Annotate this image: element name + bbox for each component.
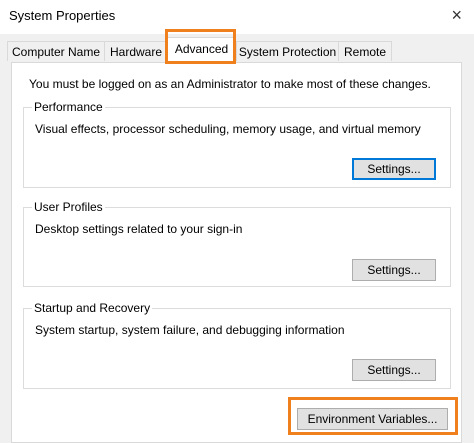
tab-label: Hardware: [109, 45, 163, 59]
admin-note: You must be logged on as an Administrato…: [29, 77, 431, 91]
user-profiles-description: Desktop settings related to your sign-in: [35, 222, 243, 236]
user-profiles-group: User Profiles Desktop settings related t…: [23, 200, 451, 287]
close-icon[interactable]: ×: [451, 6, 462, 24]
performance-group: Performance Visual effects, processor sc…: [23, 100, 451, 188]
startup-recovery-settings-button[interactable]: Settings...: [352, 359, 436, 381]
system-properties-window: System Properties × Computer Name Hardwa…: [0, 0, 474, 443]
startup-recovery-title: Startup and Recovery: [32, 301, 153, 315]
window-title: System Properties: [9, 8, 116, 23]
title-bar: System Properties ×: [0, 0, 474, 34]
tab-label: System Protection: [238, 45, 337, 59]
startup-recovery-description: System startup, system failure, and debu…: [35, 323, 345, 337]
performance-settings-button[interactable]: Settings...: [352, 158, 436, 180]
performance-description: Visual effects, processor scheduling, me…: [35, 122, 421, 136]
tab-remote[interactable]: Remote: [338, 41, 392, 61]
tab-hardware[interactable]: Hardware: [104, 41, 168, 61]
tab-computer-name[interactable]: Computer Name: [7, 41, 105, 61]
performance-title: Performance: [32, 100, 105, 114]
tab-label: Computer Name: [11, 45, 101, 59]
tab-system-protection[interactable]: System Protection: [236, 41, 339, 61]
tab-advanced[interactable]: Advanced: [167, 37, 236, 64]
user-profiles-title: User Profiles: [32, 200, 105, 214]
user-profiles-settings-button[interactable]: Settings...: [352, 259, 436, 281]
tab-label: Remote: [343, 45, 387, 59]
tab-label: Advanced: [174, 42, 229, 56]
environment-variables-button[interactable]: Environment Variables...: [297, 408, 448, 430]
startup-recovery-group: Startup and Recovery System startup, sys…: [23, 301, 451, 389]
